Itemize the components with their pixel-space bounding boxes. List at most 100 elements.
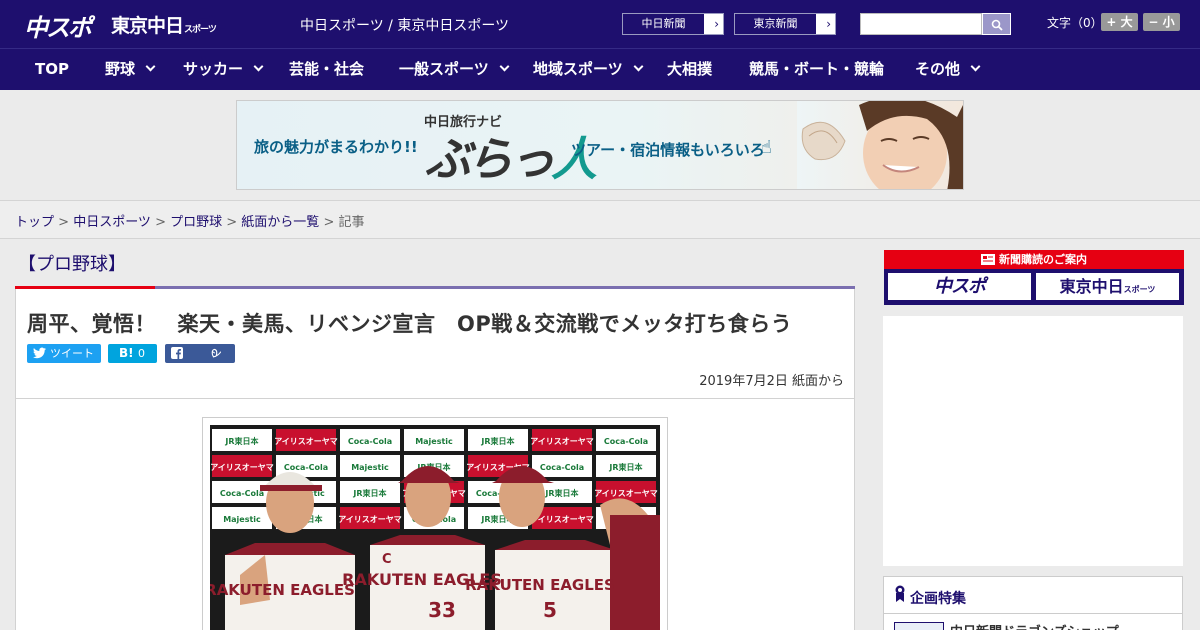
nav-label: 芸能・社会 — [289, 60, 365, 78]
feature-box: 企画特集 中日新聞ドラゴンズショップ — [883, 576, 1183, 630]
article-headline: 周平、覚悟！ 楽天・美馬、リベンジ宣言 OP戦＆交流戦でメッタ打ち食らう — [27, 312, 793, 336]
breadcrumb: トップ > 中日スポーツ > プロ野球 > 紙面から一覧 > 記事 — [0, 200, 1200, 239]
chevron-down-icon — [499, 61, 510, 72]
nav-label: 地域スポーツ — [533, 60, 623, 78]
fb-count: 0 — [211, 347, 218, 360]
sidebar-ad-slot — [883, 316, 1183, 566]
chevron-right-icon: › — [714, 17, 719, 31]
divider — [884, 613, 1182, 614]
jersey-text: RAKUTEN EAGLES — [210, 581, 355, 599]
breadcrumb-sep: > — [54, 215, 74, 230]
players-photo: JR東日本 アイリスオーヤマ Coca-Cola Majestic JR東日本 アイリスオ… — [210, 425, 660, 630]
nav-label: その他 — [915, 60, 961, 78]
newspaper-icon — [981, 254, 995, 265]
banner-woman-photo — [797, 101, 963, 189]
nav-item-other[interactable]: その他 — [915, 49, 981, 90]
sponsor-board-text: アイリスオーヤマ — [210, 463, 274, 472]
sub-tokyo-text: 東京中日 — [1059, 277, 1124, 296]
font-smaller-button[interactable]: − 小 — [1143, 13, 1180, 31]
subscription-banner: 新聞購読のご案内 中スポ 東京中日スポーツ — [884, 250, 1184, 305]
chevron-down-icon — [253, 61, 264, 72]
chunichi-shimbun-label: 中日新聞 — [623, 14, 704, 34]
subscribe-tokyo-chunichi-button[interactable]: 東京中日スポーツ — [1035, 272, 1180, 301]
search-icon — [991, 19, 1003, 31]
nav-item-sumo[interactable]: 大相撲 — [667, 49, 712, 90]
sponsor-board-text: Majestic — [223, 515, 261, 524]
tweet-button[interactable]: ツイート — [27, 344, 101, 363]
sponsor-board-text: Coca-Cola — [220, 489, 264, 498]
hatena-bookmark-button[interactable]: B! 0 — [108, 344, 157, 363]
sponsor-board-text: アイリスオーヤマ — [594, 489, 658, 498]
site-title: 中日スポーツ / 東京中日スポーツ — [300, 18, 510, 34]
hatena-icon: B! — [119, 346, 134, 360]
breadcrumb-sep: > — [222, 215, 242, 230]
article-photo-frame: JR東日本 アイリスオーヤマ Coca-Cola Majestic JR東日本 アイリスオ… — [202, 417, 668, 630]
banner-logo-text: ぶらっ — [425, 132, 555, 186]
section-title: 【プロ野球】 — [18, 254, 126, 275]
subscription-heading: 新聞購読のご案内 — [884, 250, 1184, 269]
font-larger-button[interactable]: + 大 — [1101, 13, 1138, 31]
article-date: 2019年7月2日 紙面から — [699, 374, 844, 389]
divider — [16, 398, 854, 399]
nav-label: 野球 — [105, 60, 136, 78]
breadcrumb-sep: > — [150, 215, 171, 230]
top-header-bar: 中スポ 東京中日スポーツ 中日スポーツ / 東京中日スポーツ 中日新聞 › 東京… — [0, 0, 1200, 48]
nav-label: TOP — [35, 60, 69, 78]
jersey-number: 33 — [428, 598, 456, 622]
feature-title: 企画特集 — [910, 591, 966, 607]
tweet-label: ツイート — [50, 347, 94, 360]
sponsor-board-text: JR東日本 — [224, 436, 258, 446]
facebook-share-button[interactable]: シェア 0 — [165, 344, 235, 398]
chevron-down-icon — [145, 61, 156, 72]
breadcrumb-sep: > — [319, 215, 339, 230]
chevron-down-icon — [633, 61, 644, 72]
banner-tagline-left: 旅の魅力がまるわかり!! — [254, 138, 418, 156]
subscribe-chusupo-button[interactable]: 中スポ — [887, 272, 1032, 301]
nav-item-soccer[interactable]: サッカー — [183, 49, 264, 90]
nav-item-top[interactable]: TOP — [35, 49, 69, 90]
sponsor-board-text: アイリスオーヤマ — [530, 515, 594, 524]
tokyo-logo-text: 東京中日 — [111, 15, 184, 37]
feature-item-link[interactable]: 中日新聞ドラゴンズショップ — [950, 621, 1119, 630]
sponsor-board-text: Majestic — [415, 437, 453, 446]
chevron-down-icon — [970, 61, 981, 72]
nav-label: 一般スポーツ — [399, 60, 489, 78]
breadcrumb-current: 記事 — [338, 215, 365, 230]
search-input[interactable] — [860, 13, 982, 35]
search-button[interactable] — [982, 13, 1011, 35]
breadcrumb-home[interactable]: トップ — [15, 215, 54, 230]
banner-tagline-right: ツアー・宿泊情報もいろいろ — [571, 141, 765, 159]
twitter-bird-icon — [33, 347, 46, 359]
facebook-icon — [171, 347, 183, 359]
main-nav: TOP 野球 サッカー 芸能・社会 一般スポーツ 地域スポーツ 大相撲 競馬・ボ… — [0, 48, 1200, 90]
nav-item-regional-sports[interactable]: 地域スポーツ — [533, 49, 644, 90]
travel-banner-ad[interactable]: 旅の魅力がまるわかり!! 中日旅行ナビ ぶらっ人 ツアー・宿泊情報もいろいろ ☝ — [236, 100, 964, 190]
sponsor-board-text: JR東日本 — [352, 488, 386, 498]
sponsor-board-text: Majestic — [351, 463, 389, 472]
chevron-right-icon: › — [826, 17, 831, 31]
breadcrumb-pro-baseball[interactable]: プロ野球 — [170, 215, 222, 230]
sponsor-board-text: JR東日本 — [608, 462, 642, 472]
nav-item-general-sports[interactable]: 一般スポーツ — [399, 49, 510, 90]
breadcrumb-trail: トップ > 中日スポーツ > プロ野球 > 紙面から一覧 > 記事 — [15, 211, 365, 230]
nav-label: 競馬・ボート・競輪 — [749, 60, 885, 78]
article-photo[interactable]: JR東日本 アイリスオーヤマ Coca-Cola Majestic JR東日本 アイリスオ… — [210, 425, 660, 630]
sponsor-board-text: アイリスオーヤマ — [338, 515, 402, 524]
chunichi-shimbun-link[interactable]: 中日新聞 › — [622, 13, 724, 35]
tokyo-shimbun-link[interactable]: 東京新聞 › — [734, 13, 836, 35]
breadcrumb-paper-list[interactable]: 紙面から一覧 — [241, 215, 319, 230]
nav-item-baseball[interactable]: 野球 — [105, 49, 156, 90]
sub-tokyo-suffix: スポーツ — [1123, 285, 1156, 294]
ribbon-icon — [895, 585, 905, 602]
nav-item-racing[interactable]: 競馬・ボート・競輪 — [749, 49, 884, 90]
nav-item-entertainment[interactable]: 芸能・社会 — [289, 49, 364, 90]
captain-mark: C — [382, 552, 392, 567]
chusupo-logo[interactable]: 中スポ — [24, 8, 92, 43]
breadcrumb-chunichi-sports[interactable]: 中日スポーツ — [73, 215, 151, 230]
hatena-count: 0 — [138, 347, 145, 360]
feature-thumbnail[interactable] — [894, 622, 944, 630]
pointing-hand-icon: ☝ — [761, 137, 772, 158]
sponsor-board-text: Coca-Cola — [604, 437, 648, 446]
tokyo-chunichi-logo[interactable]: 東京中日スポーツ — [111, 11, 217, 38]
banner-brand-logo: ぶらっ人 — [425, 123, 597, 189]
